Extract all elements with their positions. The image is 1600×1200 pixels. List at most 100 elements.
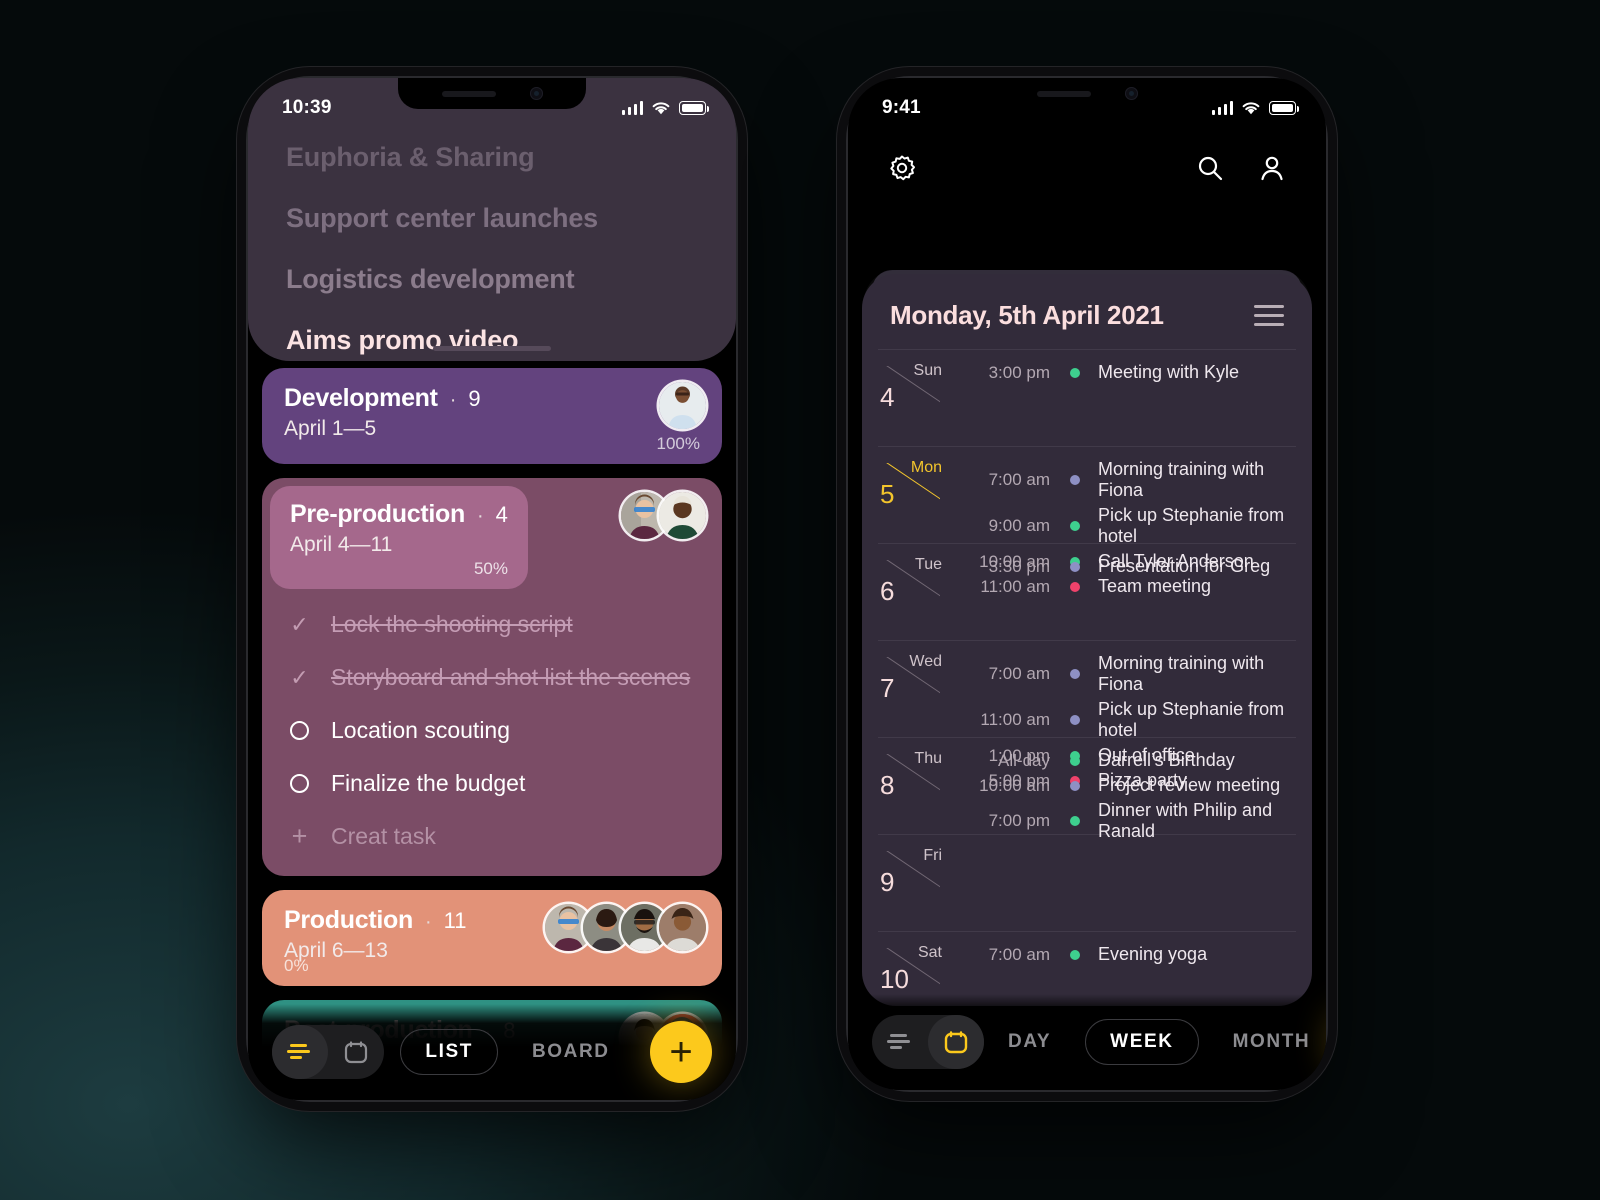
card-production[interactable]: Production · 11 April 6—13 0% [262, 890, 722, 986]
settings-button[interactable] [882, 148, 922, 188]
event-color-dot [1070, 949, 1080, 960]
project-item-2[interactable]: Logistics development [286, 264, 698, 295]
event-time: 3:30 pm [988, 556, 1050, 576]
card-development-title: Development [284, 384, 438, 412]
create-task-button[interactable]: + Creat task [290, 823, 700, 850]
event-time: 7:00 pm [988, 811, 1050, 830]
calendar-icon [944, 1031, 968, 1054]
event-color-dot [1070, 816, 1080, 826]
card-preproduction-dates: April 4—11 [290, 533, 393, 556]
day-events: All-day Darrell’s Birthday 10:00 am Proj… [946, 750, 1296, 841]
task-item[interactable]: Finalize the budget [290, 770, 700, 797]
check-icon: ✓ [290, 611, 309, 637]
event-time: 10:00 am [979, 775, 1050, 795]
event-item[interactable]: 7:00 am Morning training with Fiona [954, 653, 1296, 695]
tab-month[interactable]: MONTH [1209, 1020, 1326, 1064]
day-row[interactable]: Thu 8 All-day Darrell’s Birthday 10:00 a… [878, 737, 1296, 841]
cellular-bars-icon [1211, 101, 1233, 115]
project-item-3-active[interactable]: Aims promo video [286, 325, 698, 356]
checkbox-empty-icon[interactable] [290, 721, 309, 740]
day-number: 4 [880, 382, 895, 412]
tab-board[interactable]: BOARD [508, 1030, 634, 1074]
card-development-head: Development · 9 April 1—5 [262, 368, 722, 455]
avatar[interactable] [659, 904, 706, 951]
day-row[interactable]: Tue 6 3:30 pm Presentation for Greg [878, 543, 1296, 640]
event-time: 7:00 am [988, 664, 1050, 683]
card-preproduction-avatars[interactable] [621, 492, 706, 539]
sheet-drag-handle[interactable] [433, 346, 551, 351]
event-item[interactable]: 9:00 am Pick up Stephanie from hotel [954, 505, 1296, 547]
event-color-dot [1070, 475, 1080, 485]
card-development[interactable]: Development · 9 April 1—5 100% [262, 368, 722, 464]
calendar-header: Monday, 5th April 2021 [862, 274, 1312, 331]
avatar[interactable] [659, 492, 706, 539]
view-tabs-left: LIST BOARD [400, 1029, 633, 1075]
card-development-separator: · [449, 389, 457, 411]
card-preproduction[interactable]: Pre-production · 4 April 4—11 50% ✓ Lock… [262, 478, 722, 876]
event-name: Morning training with Fiona [1098, 459, 1265, 500]
profile-button[interactable] [1252, 148, 1292, 188]
mode-list-button[interactable] [872, 1015, 928, 1069]
day-row[interactable]: Wed 7 7:00 am Morning training with Fion… [878, 640, 1296, 790]
card-development-percent: 100% [656, 434, 700, 453]
event-name: Pick up Stephanie from hotel [1098, 699, 1285, 740]
day-number: 10 [880, 964, 909, 994]
event-time: 3:00 pm [988, 362, 1050, 382]
bottom-bar-right: DAY WEEK MONTH + [848, 994, 1326, 1090]
checkbox-empty-icon[interactable] [290, 774, 309, 793]
notch [993, 78, 1181, 109]
day-row[interactable]: Fri 9 [878, 834, 1296, 931]
day-of-week: Thu [914, 750, 942, 767]
tab-week[interactable]: WEEK [1085, 1019, 1199, 1065]
event-time: All-day [998, 750, 1050, 770]
mode-calendar-button[interactable] [928, 1015, 984, 1069]
event-item[interactable]: All-day Darrell’s Birthday [954, 750, 1296, 771]
task-item[interactable]: ✓ Lock the shooting script [290, 611, 700, 638]
card-production-avatars[interactable] [545, 904, 706, 951]
event-color-dot [1070, 715, 1080, 725]
event-item[interactable]: 7:00 pm Dinner with Philip and Ranald [954, 800, 1296, 842]
card-preproduction-separator: · [476, 505, 484, 527]
calendar-day-list: Sun 4 3:00 pm Meeting with Kyle Mon 5 7:… [862, 349, 1312, 1006]
phone-left: 10:39 Euphoria & Sharing Support center … [248, 78, 736, 1100]
event-item[interactable]: 11:00 am Pick up Stephanie from hotel [954, 699, 1296, 741]
person-icon [1261, 156, 1283, 181]
day-of-week: Tue [915, 556, 942, 573]
tab-list[interactable]: LIST [400, 1029, 498, 1075]
project-item-0[interactable]: Euphoria & Sharing [286, 142, 698, 173]
day-row[interactable]: Sun 4 3:00 pm Meeting with Kyle [878, 349, 1296, 446]
event-item[interactable]: 3:30 pm Presentation for Greg [954, 556, 1296, 577]
task-label: Lock the shooting script [331, 611, 573, 637]
card-development-avatars[interactable] [659, 382, 706, 429]
card-preproduction-head[interactable]: Pre-production · 4 April 4—11 50% [270, 486, 528, 589]
event-name: Darrell’s Birthday [1098, 750, 1235, 770]
battery-icon [679, 101, 709, 115]
search-button[interactable] [1190, 148, 1230, 188]
day-row[interactable]: Mon 5 7:00 am Morning training with Fion… [878, 446, 1296, 596]
mode-calendar-button[interactable] [328, 1025, 384, 1079]
event-item[interactable]: 3:00 pm Meeting with Kyle [954, 362, 1296, 383]
task-label: Storyboard and shot list the scenes [331, 664, 691, 690]
day-events: 3:00 pm Meeting with Kyle [946, 362, 1296, 446]
avatar[interactable] [659, 382, 706, 429]
day-date-wed: Wed 7 [878, 653, 946, 737]
status-time: 9:41 [882, 97, 921, 118]
view-mode-switch-right[interactable] [872, 1015, 984, 1069]
day-of-week: Fri [923, 847, 942, 864]
event-item[interactable]: 10:00 am Project review meeting [954, 775, 1296, 796]
project-item-1[interactable]: Support center launches [286, 203, 698, 234]
task-item[interactable]: Location scouting [290, 717, 700, 744]
mode-list-button[interactable] [272, 1025, 328, 1079]
tab-day[interactable]: DAY [984, 1020, 1075, 1064]
hamburger-menu-icon[interactable] [1254, 305, 1284, 326]
phone-right-screen: 9:41 Monday, 5th April 2021 Sun 4 3:00 p… [848, 78, 1326, 1090]
add-button-left[interactable]: + [650, 1021, 712, 1083]
task-item[interactable]: ✓ Storyboard and shot list the scenes [290, 664, 700, 691]
card-preproduction-count: 4 [495, 502, 508, 527]
event-item[interactable]: 7:00 am Morning training with Fiona [954, 459, 1296, 501]
event-color-dot [1070, 780, 1080, 791]
event-time: 7:00 am [988, 470, 1050, 489]
event-item[interactable]: 7:00 am Evening yoga [954, 944, 1296, 965]
event-color-dot [1070, 561, 1080, 572]
view-mode-switch-left[interactable] [272, 1025, 384, 1079]
